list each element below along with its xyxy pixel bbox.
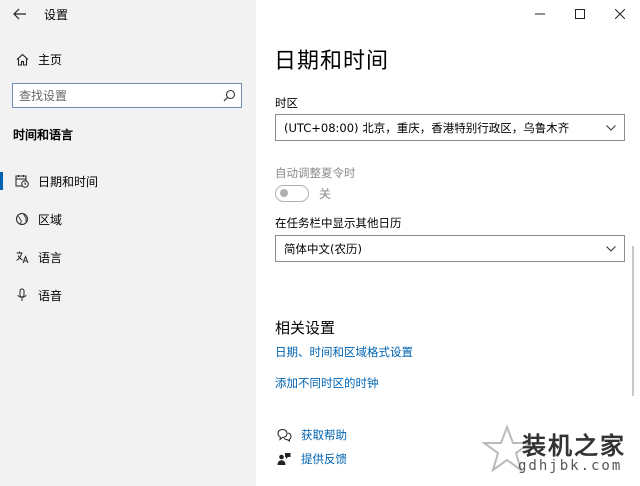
page-title: 日期和时间 bbox=[274, 49, 390, 74]
home-icon bbox=[12, 53, 32, 66]
dst-toggle-row: 关 bbox=[275, 185, 331, 202]
sidebar-home-label: 主页 bbox=[38, 52, 63, 67]
watermark-text: 装机之家 bbox=[522, 431, 626, 460]
sidebar-item-language[interactable]: 语言 bbox=[0, 243, 256, 271]
get-help-link[interactable]: 获取帮助 bbox=[275, 427, 347, 443]
sidebar-item-label: 语音 bbox=[38, 288, 63, 303]
toggle-knob bbox=[280, 189, 288, 197]
search-box[interactable] bbox=[12, 83, 242, 108]
dst-toggle-state: 关 bbox=[319, 187, 332, 201]
watermark: 装机之家 gdhjbk.com bbox=[482, 424, 632, 480]
globe-icon bbox=[12, 212, 32, 226]
app-title: 设置 bbox=[44, 7, 69, 22]
calendar-clock-icon bbox=[12, 174, 32, 188]
calendar-dropdown[interactable]: 简体中文(农历) bbox=[275, 235, 625, 262]
titlebar-left: 设置 bbox=[0, 0, 256, 28]
search-icon[interactable] bbox=[217, 89, 241, 102]
feedback-label: 提供反馈 bbox=[301, 452, 347, 466]
sidebar-item-region[interactable]: 区域 bbox=[0, 205, 256, 233]
sidebar-section-label: 时间和语言 bbox=[13, 128, 74, 142]
related-settings-title: 相关设置 bbox=[275, 319, 336, 337]
sidebar-item-home[interactable]: 主页 bbox=[0, 46, 256, 72]
timezone-label: 时区 bbox=[275, 96, 298, 110]
microphone-icon bbox=[12, 288, 32, 302]
sidebar-item-label: 区域 bbox=[38, 212, 63, 227]
date-region-format-link[interactable]: 日期、时间和区域格式设置 bbox=[275, 344, 413, 360]
dst-label: 自动调整夏令时 bbox=[275, 166, 356, 180]
language-icon bbox=[12, 250, 32, 264]
scrollbar[interactable] bbox=[632, 246, 634, 396]
search-input[interactable] bbox=[13, 88, 217, 103]
sidebar-item-speech[interactable]: 语音 bbox=[0, 281, 256, 309]
calendar-label: 在任务栏中显示其他日历 bbox=[275, 216, 402, 230]
feedback-icon bbox=[275, 452, 293, 466]
feedback-link[interactable]: 提供反馈 bbox=[275, 451, 347, 467]
watermark-url: gdhjbk.com bbox=[518, 458, 623, 474]
help-chat-icon bbox=[275, 428, 293, 442]
add-clocks-link[interactable]: 添加不同时区的时钟 bbox=[275, 375, 379, 391]
sidebar-item-date-time[interactable]: 日期和时间 bbox=[0, 167, 256, 195]
back-button[interactable] bbox=[0, 0, 40, 28]
timezone-value: (UTC+08:00) 北京，重庆，香港特别行政区，乌鲁木齐 bbox=[284, 120, 570, 135]
main-content: 日期和时间 时区 (UTC+08:00) 北京，重庆，香港特别行政区，乌鲁木齐 … bbox=[256, 0, 640, 486]
chevron-down-icon bbox=[604, 245, 618, 252]
sidebar-item-label: 日期和时间 bbox=[38, 174, 99, 189]
dst-toggle[interactable] bbox=[275, 185, 309, 202]
back-arrow-icon bbox=[13, 8, 26, 20]
timezone-dropdown[interactable]: (UTC+08:00) 北京，重庆，香港特别行政区，乌鲁木齐 bbox=[275, 114, 625, 141]
calendar-value: 简体中文(农历) bbox=[284, 241, 362, 256]
sidebar-item-label: 语言 bbox=[38, 250, 63, 265]
sidebar: 设置 主页 时间和语言 日期和时间 bbox=[0, 0, 256, 486]
get-help-label: 获取帮助 bbox=[301, 428, 347, 442]
chevron-down-icon bbox=[604, 124, 618, 131]
